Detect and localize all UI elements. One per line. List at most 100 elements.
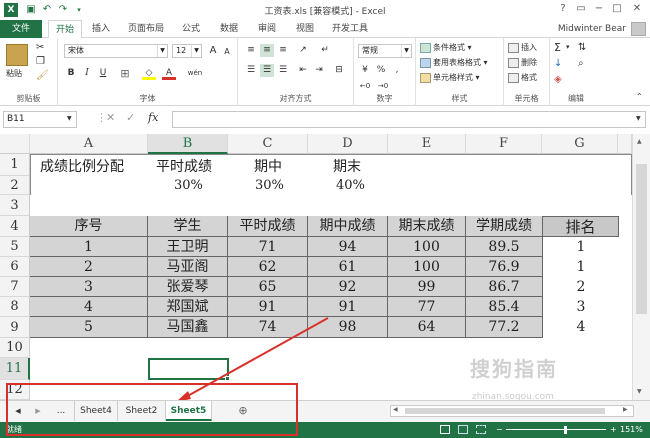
grow-font-button[interactable]: A — [206, 44, 220, 57]
format-cells-label: 格式 — [521, 73, 537, 82]
decrease-indent-icon[interactable]: ⇤ — [296, 64, 310, 77]
user-name[interactable]: Midwinter Bear — [558, 20, 626, 38]
shrink-font-button[interactable]: A — [220, 45, 234, 58]
align-center-icon[interactable]: ☰ — [260, 64, 274, 77]
name-box[interactable]: B11 — [3, 111, 77, 128]
enter-icon[interactable]: ✓ — [126, 111, 135, 124]
scroll-right-icon[interactable]: ▶ — [623, 406, 628, 413]
cells-group-label: 单元格 — [514, 94, 539, 103]
italic-button[interactable]: I — [80, 67, 94, 80]
zoom-slider[interactable] — [506, 429, 606, 430]
page-break-view-icon[interactable] — [476, 425, 486, 434]
scroll-down-icon[interactable]: ▼ — [637, 388, 642, 395]
border-icon[interactable]: ⊞ — [118, 67, 132, 80]
tab-page-layout[interactable]: 页面布局 — [124, 20, 168, 38]
cell-styles-icon — [420, 72, 431, 83]
zoom-out-icon[interactable]: − — [496, 422, 503, 438]
increase-decimal-icon[interactable]: ←0 — [358, 80, 372, 93]
normal-view-icon[interactable] — [440, 425, 450, 434]
clipboard-group-label: 剪贴板 — [16, 94, 41, 103]
decrease-decimal-icon[interactable]: →0 — [376, 80, 390, 93]
formula-input[interactable] — [172, 111, 646, 128]
find-select-icon[interactable]: ⌕ — [578, 58, 584, 69]
sort-filter-icon[interactable]: ⇅ — [578, 42, 586, 53]
chevron-down-icon[interactable]: ▼ — [636, 115, 641, 122]
comma-button[interactable]: , — [390, 64, 404, 77]
fill-down-icon[interactable]: ↓ — [554, 58, 562, 69]
tab-insert[interactable]: 插入 — [86, 20, 116, 38]
font-name-select[interactable]: 宋体 ▼ — [64, 44, 168, 58]
scroll-thumb[interactable] — [636, 164, 647, 314]
number-format-select[interactable]: 常规 ▼ — [358, 44, 412, 58]
minimize-icon[interactable]: − — [590, 2, 608, 16]
insert-cells-button[interactable]: 插入 — [508, 42, 537, 53]
autosum-button[interactable]: Σ — [554, 41, 561, 54]
styles-group-label: 样式 — [451, 94, 468, 103]
tab-review[interactable]: 审阅 — [252, 20, 282, 38]
scroll-left-icon[interactable]: ◀ — [393, 406, 398, 413]
page-layout-view-icon[interactable] — [458, 425, 468, 434]
cut-icon[interactable]: ✂ — [36, 42, 44, 53]
conditional-format-icon — [420, 42, 431, 53]
zoom-level[interactable]: 151% — [620, 422, 643, 438]
tab-view[interactable]: 视图 — [290, 20, 320, 38]
currency-icon[interactable]: ¥ — [358, 64, 372, 77]
align-middle-icon[interactable]: ≡ — [260, 44, 274, 57]
conditional-format-label: 条件格式 — [433, 43, 465, 52]
cell-styles-label: 单元格样式 — [433, 73, 473, 82]
delete-cells-button[interactable]: 删除 — [508, 57, 537, 68]
scroll-up-icon[interactable]: ▲ — [637, 138, 642, 145]
watermark: 搜狗指南 — [470, 357, 558, 381]
alignment-group-label: 对齐方式 — [279, 94, 312, 103]
align-top-icon[interactable]: ≡ — [244, 44, 258, 57]
alignment-group: ≡ ≡ ≡ ↗ ↵ ☰ ☰ ☰ ⇤ ⇥ ⊟ 对齐方式 — [238, 38, 354, 106]
ribbon-tabs: 文件 开始 插入 页面布局 公式 数据 审阅 视图 开发工具 Midwinter… — [0, 20, 650, 39]
fill-color-icon[interactable]: ◇ — [142, 67, 156, 80]
tab-developer[interactable]: 开发工具 — [328, 20, 372, 38]
close-icon[interactable]: ✕ — [628, 2, 646, 16]
insert-function-button[interactable]: fx — [148, 111, 158, 124]
maximize-icon[interactable]: □ — [608, 2, 626, 16]
align-bottom-icon[interactable]: ≡ — [276, 44, 290, 57]
chevron-down-icon[interactable]: ▾ — [566, 43, 570, 51]
ribbon-display-icon[interactable]: ▭ — [572, 2, 590, 16]
help-icon[interactable]: ? — [554, 2, 572, 16]
bold-button[interactable]: B — [64, 67, 78, 80]
conditional-format-button[interactable]: 条件格式 ▾ — [420, 42, 472, 53]
clear-icon[interactable]: ◈ — [554, 74, 562, 85]
zoom-in-icon[interactable]: + — [610, 422, 617, 438]
orientation-icon[interactable]: ↗ — [296, 44, 310, 57]
zoom-slider-thumb[interactable] — [564, 426, 567, 434]
align-left-icon[interactable]: ☰ — [244, 64, 258, 77]
font-size-select[interactable]: 12 ▼ — [172, 44, 202, 58]
paste-icon[interactable] — [6, 44, 28, 66]
format-as-table-button[interactable]: 套用表格格式 ▾ — [420, 57, 488, 68]
font-group: 宋体 ▼ 12 ▼ A A B I U ⊞ ◇ A wén 字体 — [58, 38, 238, 106]
editing-group-label: 编辑 — [568, 94, 584, 103]
align-right-icon[interactable]: ☰ — [276, 64, 290, 77]
format-painter-icon[interactable]: 🖌 — [36, 70, 49, 81]
font-color-button[interactable]: A — [162, 67, 176, 80]
merge-center-icon[interactable]: ⊟ — [332, 64, 346, 77]
tab-file[interactable]: 文件 — [0, 20, 42, 38]
format-cells-button[interactable]: 格式 — [508, 72, 537, 83]
tab-data[interactable]: 数据 — [214, 20, 244, 38]
increase-indent-icon[interactable]: ⇥ — [312, 64, 326, 77]
copy-icon[interactable]: ❐ — [36, 56, 45, 67]
vertical-scrollbar[interactable]: ▲ ▼ — [632, 134, 650, 400]
percent-button[interactable]: % — [374, 64, 388, 77]
h-scroll-thumb[interactable] — [405, 408, 605, 414]
cancel-icon[interactable]: ✕ — [106, 111, 115, 124]
wrap-text-icon[interactable]: ↵ — [318, 44, 332, 57]
tab-formulas[interactable]: 公式 — [176, 20, 206, 38]
avatar[interactable] — [631, 22, 646, 36]
chevron-down-icon: ▼ — [191, 45, 201, 57]
cell-styles-button[interactable]: 单元格样式 ▾ — [420, 72, 480, 83]
chevron-down-icon[interactable]: ▼ — [67, 115, 72, 122]
underline-button[interactable]: U — [96, 67, 110, 80]
paste-button[interactable]: 粘贴 — [6, 68, 22, 79]
tab-home[interactable]: 开始 — [48, 20, 82, 39]
horizontal-scrollbar[interactable]: ◀ ▶ — [390, 405, 634, 417]
collapse-ribbon-icon[interactable]: ⌃ — [636, 92, 643, 101]
phonetic-button[interactable]: wén — [184, 67, 206, 80]
